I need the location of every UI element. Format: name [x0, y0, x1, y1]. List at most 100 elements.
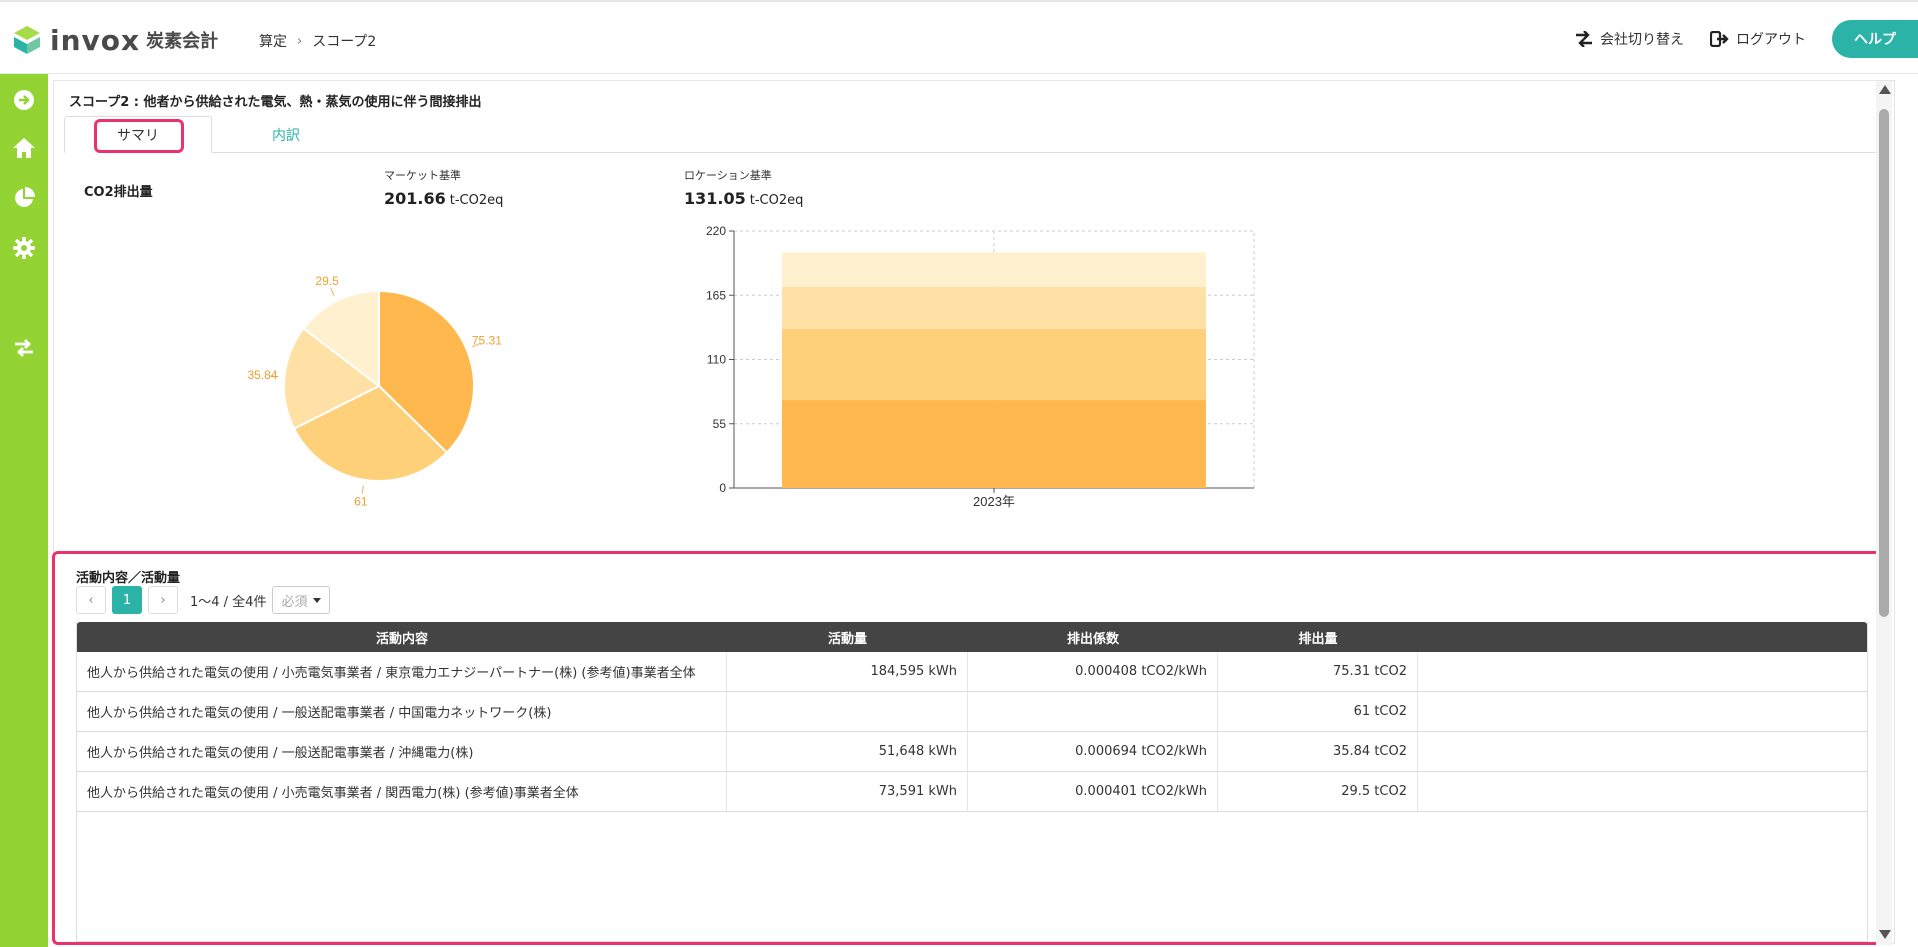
location-metric-label: ロケーション基準 [684, 169, 772, 182]
sidebar [0, 74, 48, 947]
cell-empty [1418, 732, 1867, 771]
pie-label-leader [330, 288, 335, 296]
app-logo[interactable]: invox 炭素会計 [12, 22, 218, 58]
filter-select[interactable]: 必須 [272, 586, 331, 614]
cell-content: 他人から供給された電気の使用 / 小売電気事業者 / 東京電力エナジーパートナー… [77, 652, 727, 691]
chevron-right-icon: › [297, 33, 303, 49]
table-header: 活動内容 活動量 排出係数 排出量 [77, 622, 1867, 652]
col-header-emission[interactable]: 排出量 [1218, 622, 1418, 652]
co2-emissions-label: CO2排出量 [84, 185, 153, 200]
emissions-pie-chart: 75.31 61 35.84 29.5 [247, 274, 502, 509]
home-icon[interactable] [12, 136, 36, 160]
cell-amount: 184,595 kWh [727, 652, 968, 691]
breadcrumb-item-calculation[interactable]: 算定 [259, 31, 287, 51]
pagination: ‹ 1 › 1〜4 / 全4件 必須 [76, 586, 331, 614]
gear-icon[interactable] [12, 236, 36, 260]
y-tick-label: 55 [713, 417, 727, 431]
activity-section-title: 活動内容／活動量 [76, 571, 181, 586]
bar-segment [782, 400, 1206, 488]
pie-slice-label: 75.31 [472, 334, 502, 348]
next-page-button[interactable]: › [148, 586, 178, 614]
cell-factor: 0.000401 tCO2/kWh [968, 772, 1218, 811]
tab-highlight-box [94, 119, 184, 153]
cell-amount: 73,591 kWh [727, 772, 968, 811]
tab-bar: サマリ 内訳 [64, 116, 1884, 153]
col-header-content[interactable]: 活動内容 [77, 622, 727, 652]
cell-amount: 51,648 kWh [727, 732, 968, 771]
cell-empty [1418, 772, 1867, 811]
pie-slice-label: 35.84 [247, 368, 277, 382]
cell-empty [1418, 692, 1867, 731]
header-actions: 会社切り替え ログアウト ヘルプ [1574, 20, 1918, 58]
arrow-right-circle-icon[interactable] [12, 88, 36, 112]
breadcrumb-item-scope2: スコープ2 [312, 34, 377, 50]
location-metric-value-row: 131.05 t-CO2eq [684, 189, 803, 208]
cell-emission: 61 tCO2 [1218, 692, 1418, 731]
x-tick-label: 2023年 [973, 494, 1015, 509]
logout-button[interactable]: ログアウト [1710, 29, 1806, 49]
switch-arrows-icon [1576, 31, 1592, 47]
prev-page-button[interactable]: ‹ [76, 586, 106, 614]
cell-factor: 0.000408 tCO2/kWh [968, 652, 1218, 691]
logo-text: invox [50, 23, 141, 57]
bar-segment [782, 252, 1206, 287]
switch-company-button[interactable]: 会社切り替え [1574, 29, 1684, 49]
switch-company-label: 会社切り替え [1600, 32, 1684, 48]
cell-emission: 29.5 tCO2 [1218, 772, 1418, 811]
y-tick-label: 110 [707, 353, 726, 367]
market-metric-label: マーケット基準 [384, 169, 461, 182]
market-metric-value: 201.66 [384, 189, 446, 208]
table-body: 他人から供給された電気の使用 / 小売電気事業者 / 東京電力エナジーパートナー… [77, 652, 1867, 812]
col-header-factor[interactable]: 排出係数 [968, 622, 1218, 652]
pie-label-leader [361, 485, 364, 494]
bar-segment [782, 286, 1206, 329]
main-panel: スコープ2 : 他者から供給された電気、熱・蒸気の使用に伴う間接排出 サマリ 内… [52, 80, 1895, 945]
table-row[interactable]: 他人から供給された電気の使用 / 小売電気事業者 / 関西電力(株) (参考値)… [77, 772, 1867, 812]
col-header-empty [1418, 622, 1867, 652]
cell-content: 他人から供給された電気の使用 / 一般送配電事業者 / 中国電力ネットワーク(株… [77, 692, 727, 731]
vertical-scrollbar[interactable] [1876, 81, 1892, 945]
location-metric: ロケーション基準 131.05 t-CO2eq [684, 167, 803, 208]
logout-icon [1710, 31, 1729, 47]
page-number-button[interactable]: 1 [112, 586, 142, 614]
cell-emission: 35.84 tCO2 [1218, 732, 1418, 771]
cell-empty [1418, 652, 1867, 691]
chevron-right-icon: › [160, 592, 166, 608]
pie-slice-label: 29.5 [315, 274, 339, 288]
caret-down-icon [313, 597, 322, 603]
page-title: スコープ2 : 他者から供給された電気、熱・蒸気の使用に伴う間接排出 [69, 95, 482, 110]
col-header-amount[interactable]: 活動量 [727, 622, 968, 652]
filter-select-value: 必須 [281, 594, 308, 610]
y-tick-label: 0 [719, 481, 726, 495]
y-tick-label: 220 [706, 224, 726, 238]
market-metric-unit: t-CO2eq [449, 193, 504, 208]
market-metric: マーケット基準 201.66 t-CO2eq [384, 167, 503, 208]
logo-cube-icon [14, 26, 40, 54]
app-header: invox 炭素会計 算定 › スコープ2 会社切り替え ログアウト ヘルプ [0, 0, 1918, 74]
activity-table: 活動内容 活動量 排出係数 排出量 他人から供給された電気の使用 / 小売電気事… [76, 622, 1868, 942]
help-button[interactable]: ヘルプ [1832, 20, 1918, 58]
scroll-down-arrow-icon[interactable] [1879, 930, 1891, 939]
pie-chart-icon[interactable] [12, 186, 36, 210]
tab-breakdown[interactable]: 内訳 [212, 116, 360, 153]
cell-factor [968, 692, 1218, 731]
location-metric-value: 131.05 [684, 189, 746, 208]
logout-label: ログアウト [1736, 32, 1806, 48]
cell-content: 他人から供給された電気の使用 / 一般送配電事業者 / 沖縄電力(株) [77, 732, 727, 771]
market-metric-value-row: 201.66 t-CO2eq [384, 189, 503, 208]
breadcrumb: 算定 › スコープ2 [259, 31, 376, 51]
cell-content: 他人から供給された電気の使用 / 小売電気事業者 / 関西電力(株) (参考値)… [77, 772, 727, 811]
logo-subtitle: 炭素会計 [146, 31, 219, 52]
switch-arrows-sidebar-icon[interactable] [12, 336, 36, 360]
cell-amount [727, 692, 968, 731]
table-row[interactable]: 他人から供給された電気の使用 / 小売電気事業者 / 東京電力エナジーパートナー… [77, 652, 1867, 692]
table-row[interactable]: 他人から供給された電気の使用 / 一般送配電事業者 / 中国電力ネットワーク(株… [77, 692, 1867, 732]
chevron-left-icon: ‹ [88, 592, 94, 608]
table-row[interactable]: 他人から供給された電気の使用 / 一般送配電事業者 / 沖縄電力(株) 51,64… [77, 732, 1867, 772]
scroll-thumb[interactable] [1879, 109, 1889, 617]
cell-factor: 0.000694 tCO2/kWh [968, 732, 1218, 771]
scroll-up-arrow-icon[interactable] [1879, 85, 1891, 94]
location-metric-unit: t-CO2eq [749, 193, 804, 208]
y-tick-label: 165 [706, 288, 726, 302]
pie-slice-label: 61 [354, 495, 368, 509]
